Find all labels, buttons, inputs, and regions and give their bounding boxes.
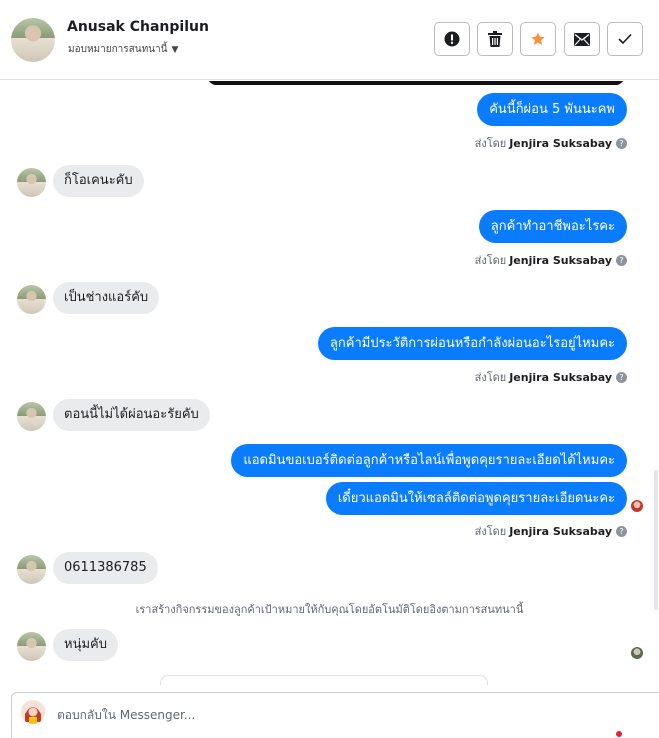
help-icon[interactable]: ? bbox=[616, 371, 627, 383]
outgoing-message[interactable]: ลูกค้ามีประวัติการผ่อนหรือกำลังผ่อนอะไรอ… bbox=[317, 327, 627, 360]
help-icon[interactable]: ? bbox=[616, 254, 627, 266]
incoming-message[interactable]: หนุ่มคับ bbox=[53, 629, 118, 661]
incoming-message[interactable]: 0611386785 bbox=[53, 552, 158, 584]
scrollbar-thumb[interactable] bbox=[654, 470, 658, 610]
sent-by-label: ส่งโดย Jenjira Suksabay ? bbox=[475, 134, 627, 152]
star-button[interactable] bbox=[520, 22, 556, 56]
help-icon[interactable]: ? bbox=[616, 137, 627, 149]
sent-by-label: ส่งโดย Jenjira Suksabay ? bbox=[475, 368, 627, 386]
notification-dot bbox=[616, 731, 622, 737]
check-icon bbox=[618, 33, 632, 45]
agent-avatar bbox=[21, 700, 45, 724]
sent-by-label: ส่งโดย Jenjira Suksabay ? bbox=[475, 251, 627, 269]
sent-by-agent: Jenjira Suksabay bbox=[509, 370, 612, 384]
contact-message-avatar bbox=[17, 555, 46, 584]
assign-label: มอบหมายการสนทนานี้ bbox=[68, 44, 168, 55]
report-button[interactable] bbox=[434, 22, 470, 56]
incoming-message[interactable]: ก็โอเคนะคับ bbox=[53, 165, 144, 197]
agent-avatar-icon bbox=[21, 700, 45, 724]
assign-conversation-dropdown[interactable]: มอบหมายการสนทนานี้ ▼ bbox=[68, 42, 178, 57]
contact-message-avatar bbox=[17, 285, 46, 314]
incoming-message[interactable]: เป็นช่างแอร์คับ bbox=[53, 282, 160, 314]
help-icon[interactable]: ? bbox=[616, 525, 627, 537]
sent-by-prefix: ส่งโดย bbox=[474, 371, 507, 384]
partial-card bbox=[160, 675, 488, 685]
seen-avatar-icon bbox=[631, 500, 643, 512]
scrollbar[interactable] bbox=[654, 90, 658, 680]
outgoing-message[interactable]: คันนี้ก็ผ่อน 5 พันนะคพ bbox=[477, 93, 627, 126]
seen-avatar-icon bbox=[631, 647, 643, 659]
mail-icon bbox=[574, 32, 590, 46]
sent-by-label: ส่งโดย Jenjira Suksabay ? bbox=[475, 522, 627, 540]
contact-message-avatar bbox=[17, 168, 46, 197]
sent-by-agent: Jenjira Suksabay bbox=[509, 253, 612, 267]
outgoing-message[interactable]: ลูกค้าทำอาชีพอะไรคะ bbox=[478, 210, 627, 243]
trash-icon bbox=[488, 31, 502, 47]
caret-down-icon: ▼ bbox=[171, 44, 179, 55]
report-icon bbox=[444, 31, 460, 47]
outgoing-message[interactable]: แอดมินขอเบอร์ติดต่อลูกค้าหรือไลน์เพื่อพู… bbox=[231, 444, 627, 477]
delete-button[interactable] bbox=[477, 22, 513, 56]
contact-name[interactable]: Anusak Chanpilun bbox=[67, 19, 209, 35]
reply-composer[interactable]: ตอบกลับใน Messenger... bbox=[11, 692, 659, 738]
message-thread[interactable]: คันนี้ก็ผ่อน 5 พันนะคพ ส่งโดย Jenjira Su… bbox=[0, 81, 659, 685]
sent-by-prefix: ส่งโดย bbox=[474, 137, 507, 150]
mark-unread-button[interactable] bbox=[564, 22, 600, 56]
mark-done-button[interactable] bbox=[607, 22, 643, 56]
contact-avatar[interactable] bbox=[11, 18, 55, 62]
incoming-message[interactable]: ตอนนี้ไม่ได้ผ่อนอะรัยคับ bbox=[53, 399, 210, 431]
sent-by-prefix: ส่งโดย bbox=[474, 525, 507, 538]
activity-notice: เราสร้างกิจกรรมของลูกค้าเป้าหมายให้กับคุ… bbox=[135, 603, 524, 616]
reply-input[interactable]: ตอบกลับใน Messenger... bbox=[57, 706, 195, 725]
sent-by-agent: Jenjira Suksabay bbox=[509, 524, 612, 538]
previous-message-attachment bbox=[208, 81, 624, 85]
star-icon bbox=[531, 32, 545, 45]
sent-by-prefix: ส่งโดย bbox=[474, 254, 507, 267]
contact-message-avatar bbox=[17, 632, 46, 661]
sent-by-agent: Jenjira Suksabay bbox=[509, 136, 612, 150]
contact-message-avatar bbox=[17, 402, 46, 431]
conversation-header: Anusak Chanpilun มอบหมายการสนทนานี้ ▼ bbox=[0, 0, 659, 80]
outgoing-message[interactable]: เดี๋ยวแอดมินให้เซลล์ติดต่อพูดคุยรายละเอี… bbox=[325, 482, 627, 515]
